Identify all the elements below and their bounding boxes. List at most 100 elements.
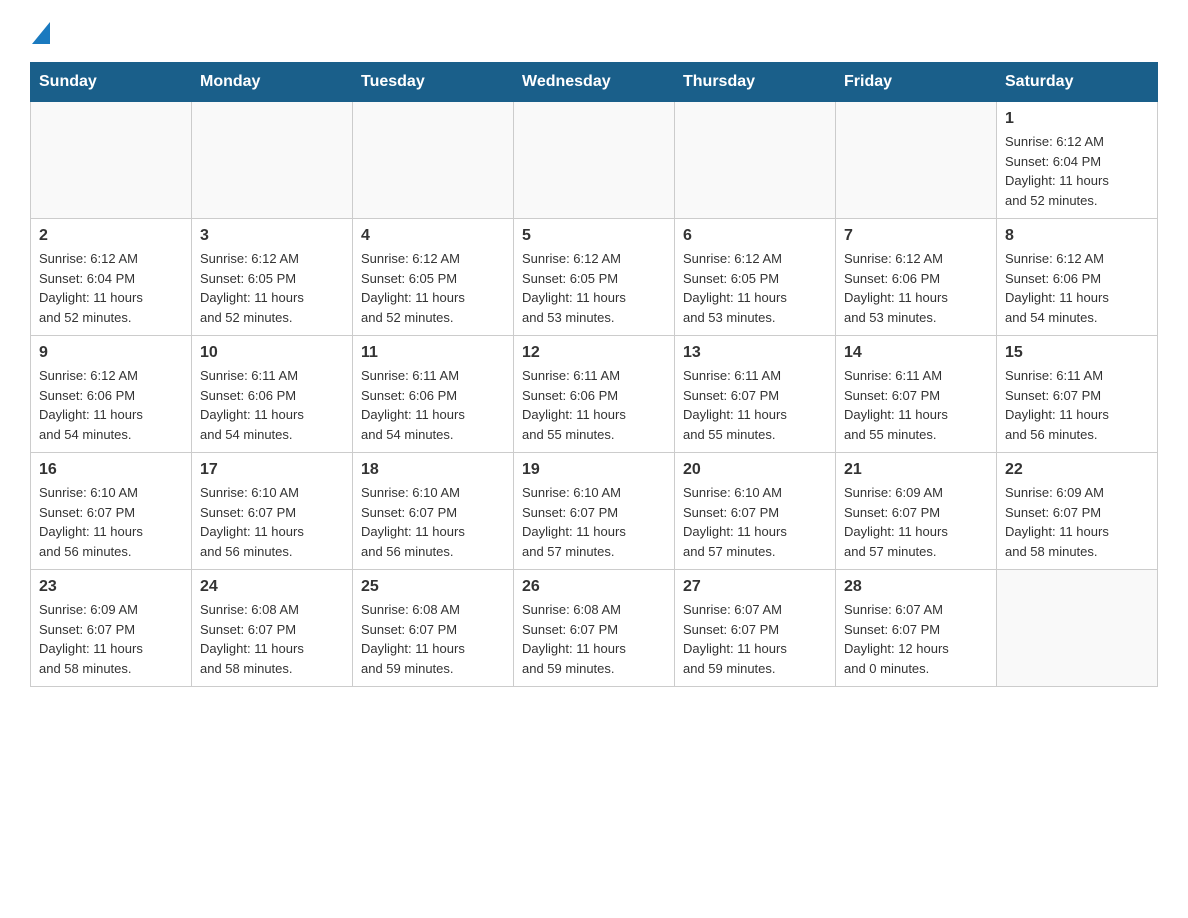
day-info: Sunrise: 6:10 AM Sunset: 6:07 PM Dayligh… xyxy=(39,483,183,561)
calendar-day: 5 Sunrise: 6:12 AM Sunset: 6:05 PM Daylig… xyxy=(514,219,675,336)
calendar-day: 27 Sunrise: 6:07 AM Sunset: 6:07 PM Dayli… xyxy=(675,570,836,687)
day-info: Sunrise: 6:11 AM Sunset: 6:06 PM Dayligh… xyxy=(361,366,505,444)
day-number: 26 xyxy=(522,578,666,596)
day-info: Sunrise: 6:12 AM Sunset: 6:05 PM Dayligh… xyxy=(683,249,827,327)
calendar-day: 8 Sunrise: 6:12 AM Sunset: 6:06 PM Daylig… xyxy=(997,219,1158,336)
calendar-day: 28 Sunrise: 6:07 AM Sunset: 6:07 PM Dayli… xyxy=(836,570,997,687)
calendar-day: 18 Sunrise: 6:10 AM Sunset: 6:07 PM Dayli… xyxy=(353,453,514,570)
day-info: Sunrise: 6:10 AM Sunset: 6:07 PM Dayligh… xyxy=(361,483,505,561)
calendar-day: 9 Sunrise: 6:12 AM Sunset: 6:06 PM Daylig… xyxy=(31,336,192,453)
day-number: 14 xyxy=(844,344,988,362)
calendar-day xyxy=(836,102,997,219)
calendar-day: 11 Sunrise: 6:11 AM Sunset: 6:06 PM Dayli… xyxy=(353,336,514,453)
calendar-table: SundayMondayTuesdayWednesdayThursdayFrid… xyxy=(30,62,1158,687)
calendar-day: 7Sunrise: 6:12 AM Sunset: 6:06 PM Daylig… xyxy=(836,219,997,336)
calendar-week-4: 16 Sunrise: 6:10 AM Sunset: 6:07 PM Dayli… xyxy=(31,453,1158,570)
day-number: 7 xyxy=(844,227,988,245)
day-info: Sunrise: 6:10 AM Sunset: 6:07 PM Dayligh… xyxy=(522,483,666,561)
day-number: 13 xyxy=(683,344,827,362)
calendar-day: 24 Sunrise: 6:08 AM Sunset: 6:07 PM Dayli… xyxy=(192,570,353,687)
calendar-header: SundayMondayTuesdayWednesdayThursdayFrid… xyxy=(31,63,1158,102)
day-number: 10 xyxy=(200,344,344,362)
day-info: Sunrise: 6:07 AM Sunset: 6:07 PM Dayligh… xyxy=(844,600,988,678)
day-number: 28 xyxy=(844,578,988,596)
day-info: Sunrise: 6:12 AM Sunset: 6:05 PM Dayligh… xyxy=(361,249,505,327)
calendar-day: 6 Sunrise: 6:12 AM Sunset: 6:05 PM Daylig… xyxy=(675,219,836,336)
day-number: 1 xyxy=(1005,110,1149,128)
calendar-day xyxy=(514,102,675,219)
calendar-day: 1 Sunrise: 6:12 AM Sunset: 6:04 PM Daylig… xyxy=(997,102,1158,219)
calendar-day: 25Sunrise: 6:08 AM Sunset: 6:07 PM Dayli… xyxy=(353,570,514,687)
calendar-week-1: 1 Sunrise: 6:12 AM Sunset: 6:04 PM Daylig… xyxy=(31,102,1158,219)
day-info: Sunrise: 6:09 AM Sunset: 6:07 PM Dayligh… xyxy=(39,600,183,678)
calendar-day: 14 Sunrise: 6:11 AM Sunset: 6:07 PM Dayli… xyxy=(836,336,997,453)
logo xyxy=(30,20,50,42)
day-info: Sunrise: 6:11 AM Sunset: 6:07 PM Dayligh… xyxy=(844,366,988,444)
day-info: Sunrise: 6:11 AM Sunset: 6:06 PM Dayligh… xyxy=(522,366,666,444)
day-number: 2 xyxy=(39,227,183,245)
day-info: Sunrise: 6:11 AM Sunset: 6:06 PM Dayligh… xyxy=(200,366,344,444)
calendar-day: 12 Sunrise: 6:11 AM Sunset: 6:06 PM Dayli… xyxy=(514,336,675,453)
day-number: 8 xyxy=(1005,227,1149,245)
days-of-week-row: SundayMondayTuesdayWednesdayThursdayFrid… xyxy=(31,63,1158,102)
logo-triangle-icon xyxy=(32,22,50,44)
day-info: Sunrise: 6:08 AM Sunset: 6:07 PM Dayligh… xyxy=(522,600,666,678)
calendar-week-5: 23 Sunrise: 6:09 AM Sunset: 6:07 PM Dayli… xyxy=(31,570,1158,687)
day-header-saturday: Saturday xyxy=(997,63,1158,102)
day-header-monday: Monday xyxy=(192,63,353,102)
day-info: Sunrise: 6:10 AM Sunset: 6:07 PM Dayligh… xyxy=(200,483,344,561)
calendar-day: 22Sunrise: 6:09 AM Sunset: 6:07 PM Dayli… xyxy=(997,453,1158,570)
day-info: Sunrise: 6:12 AM Sunset: 6:04 PM Dayligh… xyxy=(1005,132,1149,210)
day-header-sunday: Sunday xyxy=(31,63,192,102)
calendar-body: 1 Sunrise: 6:12 AM Sunset: 6:04 PM Daylig… xyxy=(31,102,1158,687)
day-number: 23 xyxy=(39,578,183,596)
day-header-wednesday: Wednesday xyxy=(514,63,675,102)
day-info: Sunrise: 6:08 AM Sunset: 6:07 PM Dayligh… xyxy=(200,600,344,678)
day-number: 6 xyxy=(683,227,827,245)
day-number: 27 xyxy=(683,578,827,596)
day-number: 18 xyxy=(361,461,505,479)
calendar-day xyxy=(997,570,1158,687)
calendar-day: 17 Sunrise: 6:10 AM Sunset: 6:07 PM Dayli… xyxy=(192,453,353,570)
day-number: 20 xyxy=(683,461,827,479)
day-number: 11 xyxy=(361,344,505,362)
calendar-day: 4 Sunrise: 6:12 AM Sunset: 6:05 PM Daylig… xyxy=(353,219,514,336)
day-number: 21 xyxy=(844,461,988,479)
calendar-day: 20 Sunrise: 6:10 AM Sunset: 6:07 PM Dayli… xyxy=(675,453,836,570)
day-number: 3 xyxy=(200,227,344,245)
day-info: Sunrise: 6:11 AM Sunset: 6:07 PM Dayligh… xyxy=(1005,366,1149,444)
day-info: Sunrise: 6:12 AM Sunset: 6:05 PM Dayligh… xyxy=(200,249,344,327)
day-info: Sunrise: 6:12 AM Sunset: 6:06 PM Dayligh… xyxy=(1005,249,1149,327)
page-header xyxy=(30,20,1158,42)
day-number: 15 xyxy=(1005,344,1149,362)
day-number: 16 xyxy=(39,461,183,479)
day-info: Sunrise: 6:12 AM Sunset: 6:06 PM Dayligh… xyxy=(39,366,183,444)
calendar-day xyxy=(192,102,353,219)
day-number: 12 xyxy=(522,344,666,362)
calendar-week-2: 2Sunrise: 6:12 AM Sunset: 6:04 PM Daylig… xyxy=(31,219,1158,336)
calendar-day: 3 Sunrise: 6:12 AM Sunset: 6:05 PM Daylig… xyxy=(192,219,353,336)
calendar-day: 19 Sunrise: 6:10 AM Sunset: 6:07 PM Dayli… xyxy=(514,453,675,570)
day-number: 5 xyxy=(522,227,666,245)
day-info: Sunrise: 6:10 AM Sunset: 6:07 PM Dayligh… xyxy=(683,483,827,561)
calendar-day xyxy=(675,102,836,219)
calendar-day: 2Sunrise: 6:12 AM Sunset: 6:04 PM Daylig… xyxy=(31,219,192,336)
day-number: 17 xyxy=(200,461,344,479)
day-info: Sunrise: 6:09 AM Sunset: 6:07 PM Dayligh… xyxy=(844,483,988,561)
day-number: 24 xyxy=(200,578,344,596)
calendar-day: 26 Sunrise: 6:08 AM Sunset: 6:07 PM Dayli… xyxy=(514,570,675,687)
day-info: Sunrise: 6:11 AM Sunset: 6:07 PM Dayligh… xyxy=(683,366,827,444)
calendar-day: 16 Sunrise: 6:10 AM Sunset: 6:07 PM Dayli… xyxy=(31,453,192,570)
calendar-day: 23 Sunrise: 6:09 AM Sunset: 6:07 PM Dayli… xyxy=(31,570,192,687)
day-info: Sunrise: 6:12 AM Sunset: 6:05 PM Dayligh… xyxy=(522,249,666,327)
day-header-tuesday: Tuesday xyxy=(353,63,514,102)
calendar-day: 13 Sunrise: 6:11 AM Sunset: 6:07 PM Dayli… xyxy=(675,336,836,453)
day-number: 4 xyxy=(361,227,505,245)
day-info: Sunrise: 6:07 AM Sunset: 6:07 PM Dayligh… xyxy=(683,600,827,678)
day-number: 22 xyxy=(1005,461,1149,479)
calendar-day xyxy=(31,102,192,219)
day-number: 19 xyxy=(522,461,666,479)
day-number: 9 xyxy=(39,344,183,362)
day-info: Sunrise: 6:08 AM Sunset: 6:07 PM Dayligh… xyxy=(361,600,505,678)
calendar-day xyxy=(353,102,514,219)
